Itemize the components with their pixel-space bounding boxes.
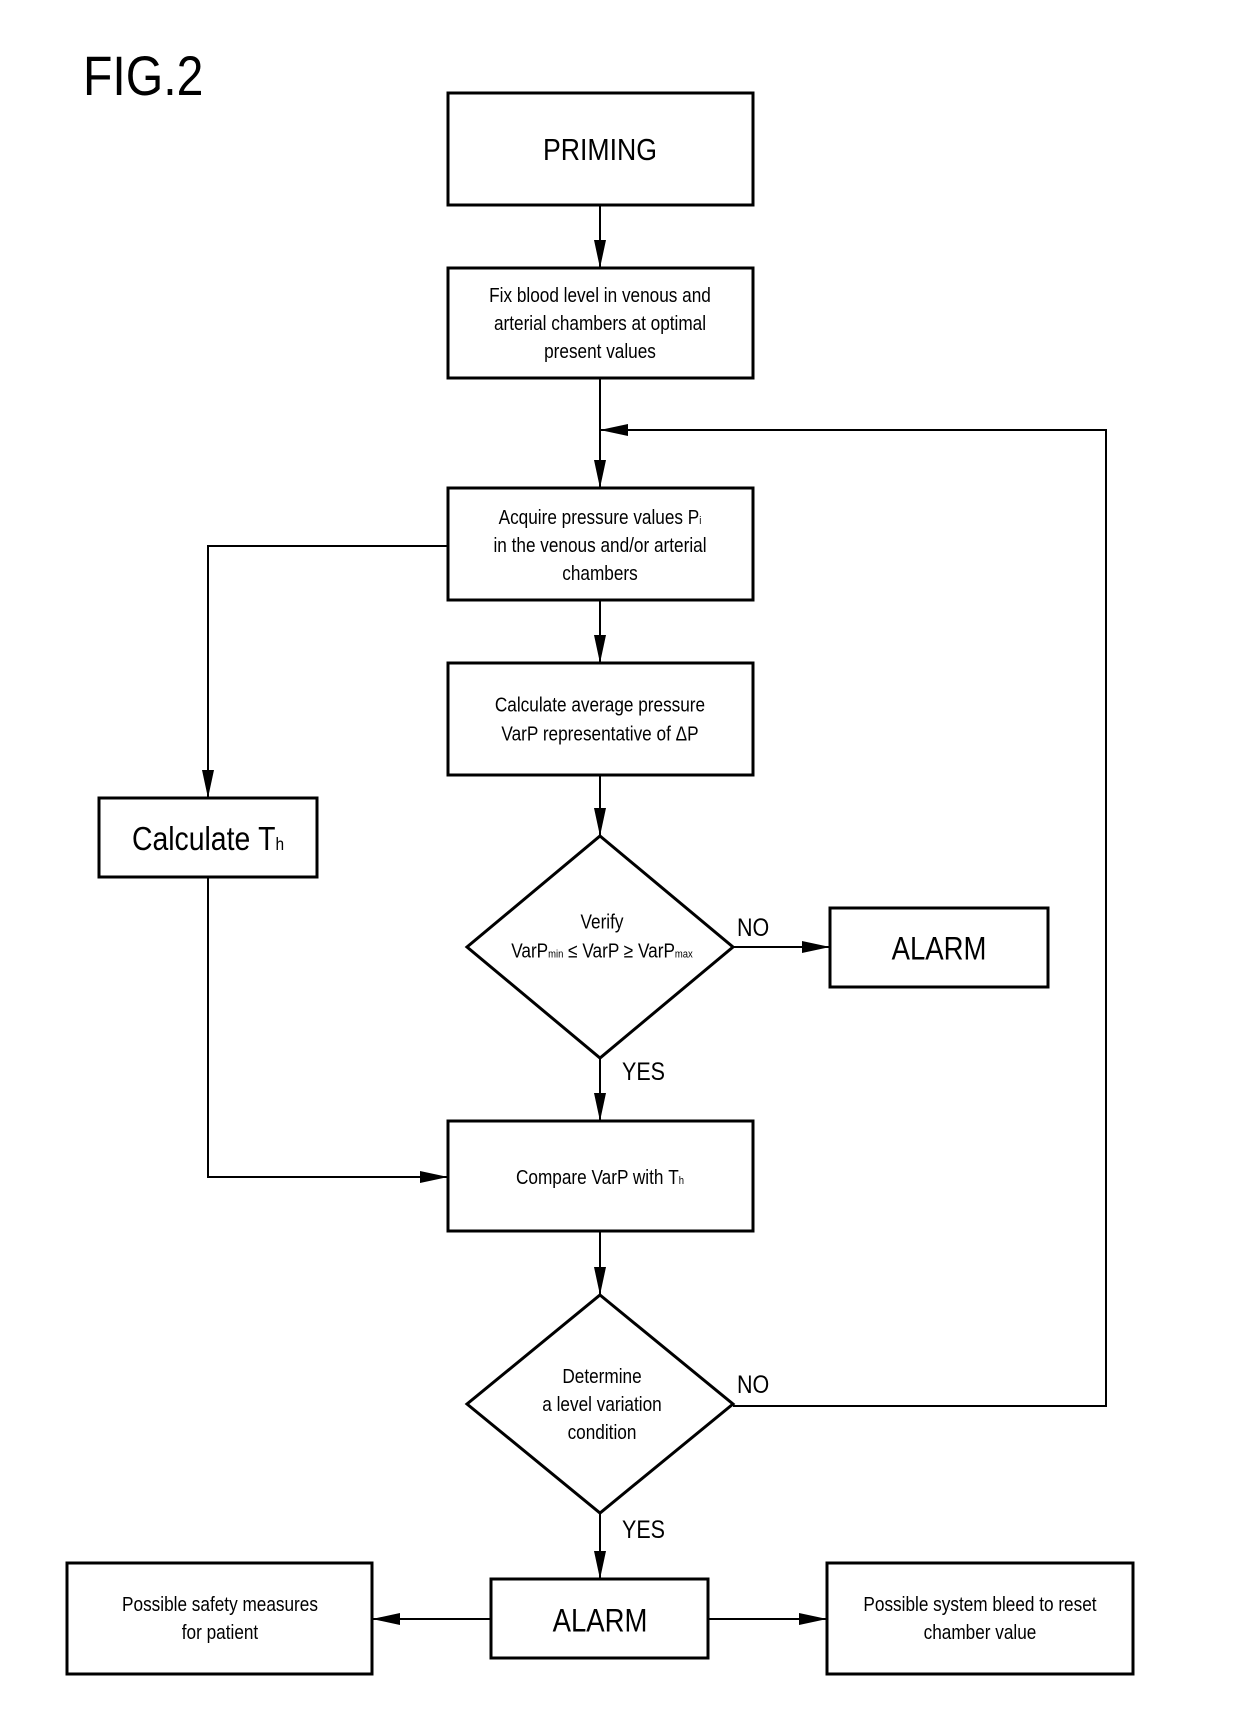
node-safety	[65, 1561, 374, 1676]
node-label-line: for patient	[182, 1621, 259, 1644]
node-label-line: arterial chambers at optimal	[494, 312, 706, 335]
subscript: h	[275, 834, 284, 854]
node-label-line: PRIMING	[543, 133, 657, 167]
node-label-line: a level variation	[542, 1393, 661, 1416]
node-label-line: Determine	[562, 1365, 641, 1388]
node-label-line: condition	[568, 1421, 637, 1444]
arrowhead-icon	[802, 941, 830, 953]
node-label-line: present values	[544, 340, 656, 363]
arrowhead-icon	[594, 1093, 606, 1121]
arrowhead-icon	[600, 424, 628, 436]
node-label-line: VarPmin ≤ VarP ≥ VarPmax	[511, 939, 693, 962]
subscript: i	[699, 516, 701, 528]
node-label-line: Possible system bleed to reset	[863, 1593, 1097, 1616]
node-label-line: Fix blood level in venous and	[489, 284, 711, 307]
node-label-line: chambers	[562, 562, 637, 585]
node-label-line: Compare VarP with Th	[516, 1166, 684, 1189]
label-compare: Compare VarP with Th	[516, 1166, 684, 1189]
arrowhead-icon	[594, 635, 606, 663]
node-label-line: ALARM	[553, 1604, 648, 1639]
node-calc-avg	[446, 661, 755, 777]
edge-label-determine-no: NO	[737, 1370, 769, 1398]
flowchart: FIG.2 PRIMING Fix blood level in venous …	[65, 46, 1135, 1676]
arrowhead-icon	[420, 1171, 448, 1183]
arrowhead-icon	[594, 240, 606, 268]
arrowhead-icon	[594, 1551, 606, 1579]
node-label-line: chamber value	[924, 1621, 1037, 1644]
node-bleed	[825, 1561, 1135, 1676]
subscript: min	[548, 949, 564, 961]
label-calc-th: Calculate Th	[132, 820, 284, 858]
arrowhead-icon	[594, 1267, 606, 1295]
edge-acquire-calcth	[207, 545, 448, 798]
arrowhead-icon	[799, 1613, 827, 1625]
node-label-line: Possible safety measures	[122, 1593, 318, 1616]
arrowhead-icon	[372, 1613, 400, 1625]
arrowhead-icon	[594, 460, 606, 488]
figure-title: FIG.2	[83, 46, 203, 108]
edge-label-determine-yes: YES	[622, 1515, 665, 1543]
label-alarm-1: ALARM	[892, 932, 987, 967]
label-priming: PRIMING	[543, 133, 657, 167]
label-alarm-2: ALARM	[553, 1604, 648, 1639]
subscript: h	[679, 1176, 685, 1188]
node-label-line: Verify	[581, 910, 625, 933]
arrowhead-icon	[202, 770, 214, 798]
node-label-line: Acquire pressure values Pi	[499, 506, 702, 529]
node-label-line: Calculate Th	[132, 820, 284, 858]
node-label-line: ALARM	[892, 932, 987, 967]
edge-label-verify-no: NO	[737, 913, 769, 941]
subscript: max	[675, 949, 694, 961]
node-label-line: Calculate average pressure	[495, 693, 705, 716]
node-label-line: VarP representative of ΔP	[501, 722, 698, 745]
edge-calcth-compare	[207, 877, 448, 1178]
node-label-line: in the venous and/or arterial	[493, 534, 706, 557]
edge-label-verify-yes: YES	[622, 1057, 665, 1085]
arrowhead-icon	[594, 808, 606, 836]
